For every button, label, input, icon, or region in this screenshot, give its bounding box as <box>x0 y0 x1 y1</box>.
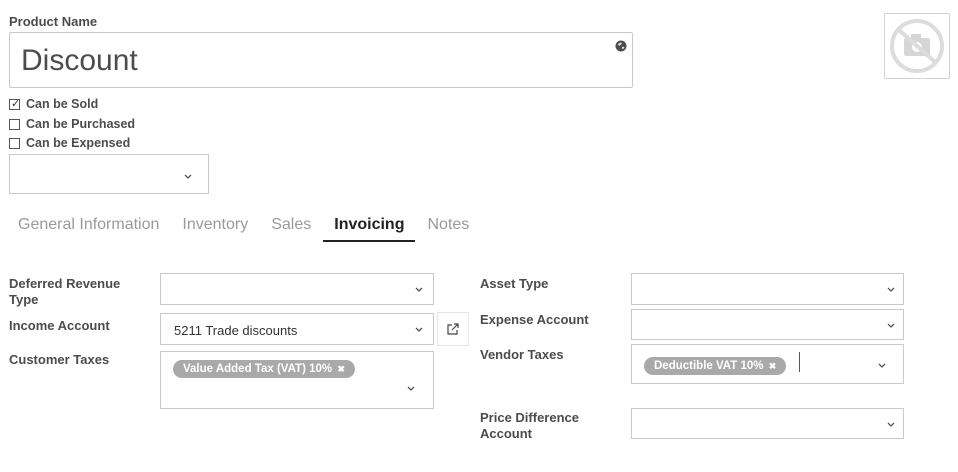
customer-taxes-label: Customer Taxes <box>9 352 110 367</box>
tab-sales[interactable]: Sales <box>271 216 311 240</box>
tag-remove-icon[interactable]: ✖ <box>769 361 777 371</box>
external-link-icon <box>447 323 459 335</box>
product-image[interactable] <box>884 13 950 79</box>
tag-remove-icon[interactable]: ✖ <box>337 364 345 374</box>
checkbox-box[interactable] <box>9 118 20 130</box>
chevron-down-icon <box>887 323 895 328</box>
vendor-taxes-label: Vendor Taxes <box>480 347 564 362</box>
income-account-label: Income Account <box>9 318 110 333</box>
tax-tag: Deductible VAT 10% ✖ <box>644 357 787 375</box>
checkbox-label: Can be Sold <box>26 97 99 111</box>
income-account-select[interactable]: 5211 Trade discounts <box>160 313 434 345</box>
product-name-field[interactable]: Discount <box>9 32 633 88</box>
can-be-sold-checkbox[interactable]: ✓ Can be Sold <box>9 96 98 112</box>
tab-inventory[interactable]: Inventory <box>182 216 248 240</box>
chevron-down-icon <box>887 287 895 292</box>
tab-invoicing[interactable]: Invoicing <box>323 216 416 242</box>
tab-notes[interactable]: Notes <box>427 216 469 240</box>
tax-tag-label: Value Added Tax (VAT) 10% <box>183 363 333 375</box>
text-caret <box>799 352 800 372</box>
tax-tag-label: Deductible VAT 10% <box>654 360 764 372</box>
checkbox-box[interactable]: ✓ <box>9 97 21 110</box>
expense-account-label: Expense Account <box>480 312 589 327</box>
asset-type-label: Asset Type <box>480 276 549 291</box>
income-account-value: 5211 Trade discounts <box>174 323 298 338</box>
customer-taxes-field[interactable]: Value Added Tax (VAT) 10% ✖ <box>160 351 434 409</box>
tab-general-information[interactable]: General Information <box>18 216 159 240</box>
product-name-value: Discount <box>21 44 138 77</box>
chevron-down-icon <box>407 386 415 391</box>
chevron-down-icon <box>878 363 886 368</box>
external-link-button[interactable] <box>437 312 469 346</box>
tax-tag: Value Added Tax (VAT) 10% ✖ <box>173 360 355 378</box>
chevron-down-icon <box>887 422 895 427</box>
price-difference-account-label: Price Difference Account <box>480 410 579 441</box>
asset-type-select[interactable] <box>631 273 904 305</box>
checkbox-label: Can be Purchased <box>26 117 136 131</box>
price-difference-account-select[interactable] <box>631 408 904 439</box>
vendor-taxes-field[interactable]: Deductible VAT 10% ✖ <box>631 344 904 384</box>
no-camera-icon <box>890 19 944 73</box>
chevron-down-icon <box>415 287 423 292</box>
product-name-label: Product Name <box>9 14 98 29</box>
globe-icon[interactable] <box>614 39 628 53</box>
chevron-down-icon <box>415 327 423 332</box>
deferred-revenue-type-select[interactable] <box>160 273 434 305</box>
product-type-select[interactable] <box>9 154 209 194</box>
checkbox-box[interactable] <box>9 137 20 149</box>
checkbox-label: Can be Expensed <box>26 136 131 150</box>
expense-account-select[interactable] <box>631 309 904 340</box>
checkmark-icon: ✓ <box>11 97 21 110</box>
chevron-down-icon <box>184 174 192 179</box>
notebook-tabs: General Information Inventory Sales Invo… <box>18 216 492 242</box>
can-be-purchased-checkbox[interactable]: Can be Purchased <box>9 116 135 132</box>
deferred-revenue-type-label: Deferred Revenue Type <box>9 276 121 307</box>
can-be-expensed-checkbox[interactable]: Can be Expensed <box>9 135 130 151</box>
